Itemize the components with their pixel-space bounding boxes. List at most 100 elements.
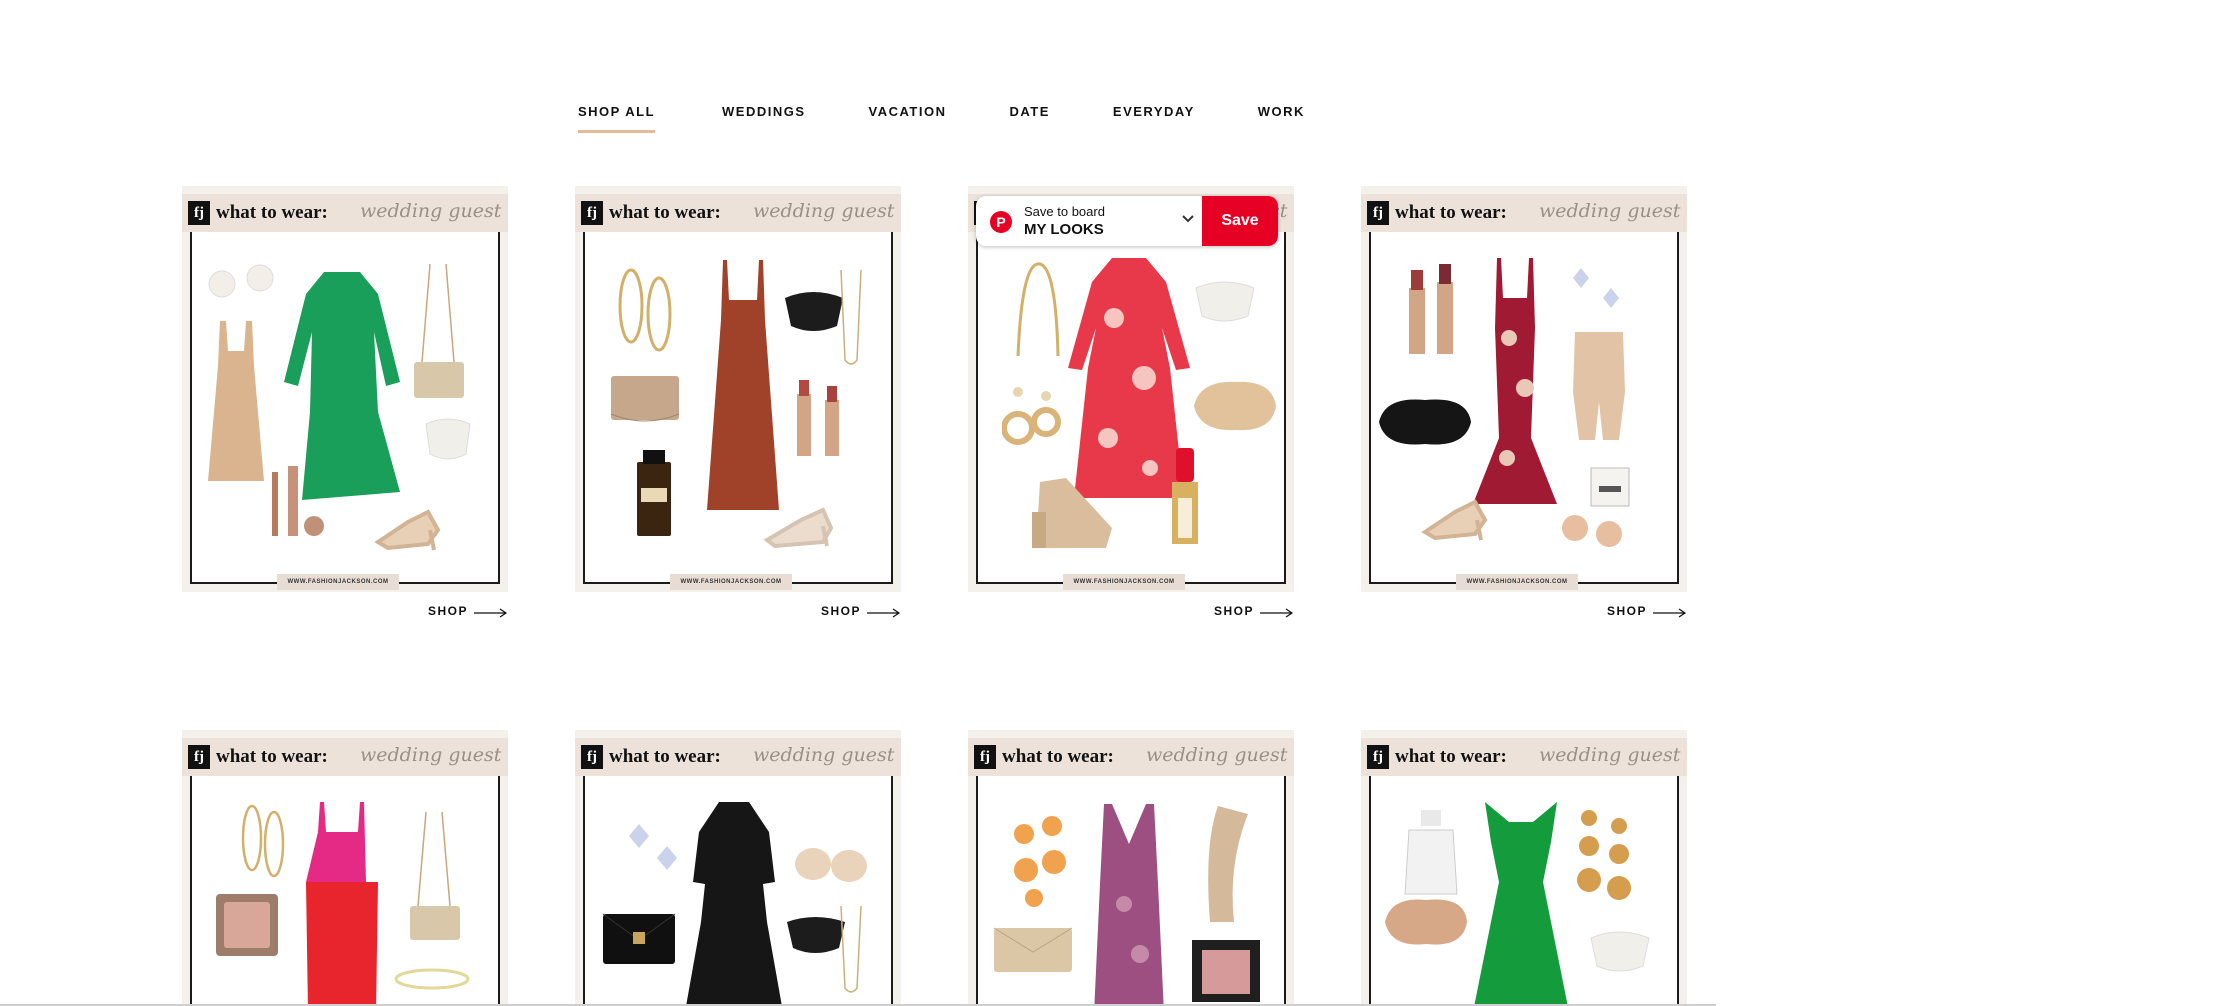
perfume-bottle <box>1401 808 1461 898</box>
strappy-sandals <box>761 484 841 549</box>
tab-everyday[interactable]: EVERYDAY <box>1113 104 1195 133</box>
brand-logo: fj <box>1367 201 1389 225</box>
crystal-earrings <box>1567 264 1627 314</box>
shimmer-palette <box>1188 936 1264 1004</box>
pinterest-icon: P <box>990 211 1012 233</box>
white-mask <box>1190 276 1260 326</box>
bra-cups <box>791 840 871 890</box>
look-header: fj what to wear: wedding guest <box>575 738 901 776</box>
look-image[interactable]: fj what to wear: wedding guest WWW.FASHI… <box>182 186 508 592</box>
flower-earrings <box>1004 810 1074 910</box>
tab-date[interactable]: DATE <box>1009 104 1049 133</box>
look-script-heading: wedding guest <box>753 200 895 222</box>
tab-vacation[interactable]: VACATION <box>869 104 947 133</box>
gold-chain <box>831 269 871 370</box>
black-clutch <box>1375 392 1475 452</box>
shop-label: SHOP <box>1213 604 1254 618</box>
chain-bag <box>404 810 464 940</box>
look-script-heading: wedding guest <box>1539 200 1681 222</box>
hoop-earrings <box>238 802 288 882</box>
look-image[interactable]: fj what to wear: wedding guest <box>575 730 901 1004</box>
look-image[interactable]: fj what to wear: wedding guest <box>182 730 508 1004</box>
category-tabs: SHOP ALL WEDDINGS VACATION DATE EVERYDAY… <box>578 104 1305 133</box>
look-heading: what to wear: <box>609 746 721 767</box>
look-image[interactable]: fj what to wear: wedding guest <box>1361 730 1687 1004</box>
pink-red-lace-dress <box>302 802 382 1004</box>
look-image[interactable]: fj what to wear: wedding guest WWW.FASHI… <box>575 186 901 592</box>
tab-weddings[interactable]: WEDDINGS <box>722 104 806 133</box>
tab-work[interactable]: WORK <box>1258 104 1305 133</box>
nude-heels <box>368 482 448 552</box>
board-select[interactable]: MY LOOKS <box>1024 221 1104 238</box>
brand-logo: fj <box>188 201 210 225</box>
arrow-right-icon <box>1260 608 1294 618</box>
gold-chain <box>831 905 871 996</box>
arrow-right-icon <box>1653 608 1687 618</box>
drop-earrings <box>1001 382 1062 452</box>
shop-label: SHOP <box>820 604 861 618</box>
chevron-down-icon[interactable] <box>1181 212 1195 226</box>
block-heels <box>1026 462 1116 552</box>
tab-shop-all[interactable]: SHOP ALL <box>578 104 656 133</box>
look-image[interactable]: fj what to wear: wedding guest WWW.FASHI… <box>1361 186 1687 592</box>
shop-link[interactable]: SHOP <box>968 602 1294 622</box>
red-lace-gown <box>1469 258 1561 506</box>
sequin-gown <box>1084 804 1174 1004</box>
site-url: WWW.FASHIONJACKSON.COM <box>277 574 399 590</box>
brand-logo: fj <box>188 745 210 769</box>
look-header: fj what to wear: wedding guest <box>1361 194 1687 232</box>
lipsticks <box>793 380 853 460</box>
rust-slip-dress <box>703 260 783 512</box>
look-heading: what to wear: <box>216 202 328 223</box>
pinterest-save-bar: P Save to board MY LOOKS Save <box>976 196 1278 246</box>
look-script-heading: wedding guest <box>753 744 895 766</box>
blush-compact <box>212 890 282 960</box>
tan-scarf <box>1194 804 1264 924</box>
shop-link[interactable]: SHOP <box>182 602 508 622</box>
look-header: fj what to wear: wedding guest <box>182 738 508 776</box>
look-heading: what to wear: <box>216 746 328 767</box>
tennis-bracelet <box>392 966 472 992</box>
tape-box <box>1585 462 1635 512</box>
shapewear <box>1569 332 1629 442</box>
black-clutch <box>599 906 679 966</box>
woven-clutch <box>1381 892 1471 952</box>
brand-logo: fj <box>581 201 603 225</box>
site-url: WWW.FASHIONJACKSON.COM <box>1456 574 1578 590</box>
brand-logo: fj <box>581 745 603 769</box>
brand-logo: fj <box>974 745 996 769</box>
red-lipstick <box>1168 448 1208 548</box>
tan-clutch <box>990 920 1076 974</box>
nipple-covers <box>1557 510 1627 550</box>
flower-earrings <box>206 262 276 302</box>
black-lace-dress <box>679 802 789 1004</box>
site-url: WWW.FASHIONJACKSON.COM <box>670 574 792 590</box>
green-ruffle-dress <box>1471 802 1571 1004</box>
shop-label: SHOP <box>1606 604 1647 618</box>
shop-link[interactable]: SHOP <box>1361 602 1687 622</box>
shop-label: SHOP <box>427 604 468 618</box>
save-to-board-label: Save to board <box>1024 204 1105 219</box>
chain-bag <box>408 262 468 402</box>
brand-logo: fj <box>1367 745 1389 769</box>
hoop-earrings <box>615 266 675 356</box>
tan-clutch <box>1190 376 1280 436</box>
pinterest-save-button[interactable]: Save <box>1202 196 1278 246</box>
look-header: fj what to wear: wedding guest <box>575 194 901 232</box>
crystal-earrings <box>625 820 685 880</box>
look-script-heading: wedding guest <box>1146 744 1288 766</box>
white-mask <box>1585 926 1655 976</box>
arrow-right-icon <box>867 608 901 618</box>
gold-drop-earrings <box>1569 806 1639 926</box>
look-heading: what to wear: <box>609 202 721 223</box>
look-header: fj what to wear: wedding guest <box>968 738 1294 776</box>
look-image[interactable]: fj what to wear: wedding guest WWW.FASHI… <box>968 186 1294 592</box>
site-url: WWW.FASHIONJACKSON.COM <box>1063 574 1185 590</box>
shop-link[interactable]: SHOP <box>575 602 901 622</box>
look-header: fj what to wear: wedding guest <box>1361 738 1687 776</box>
look-heading: what to wear: <box>1002 746 1114 767</box>
studded-bag <box>607 366 683 426</box>
arrow-right-icon <box>474 608 508 618</box>
look-image[interactable]: fj what to wear: wedding guest <box>968 730 1294 1004</box>
nude-slip-dress <box>206 321 266 486</box>
